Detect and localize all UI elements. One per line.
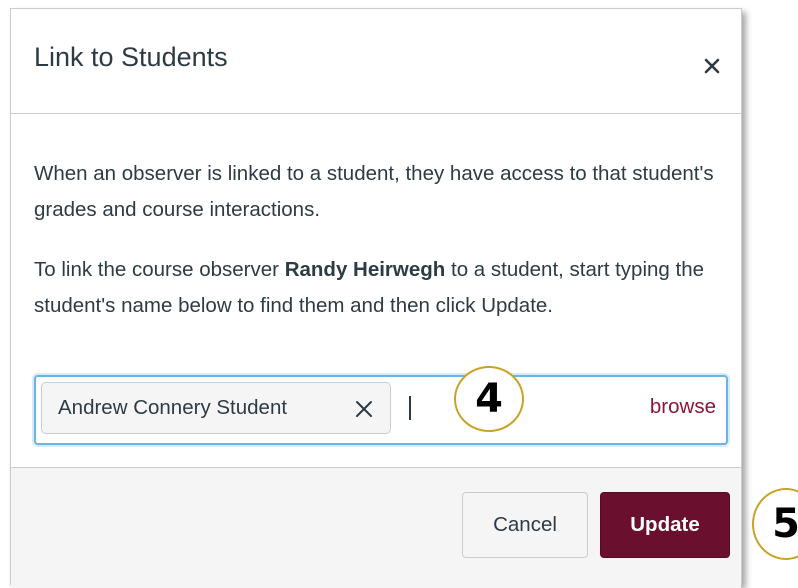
close-icon: [704, 58, 720, 74]
remove-student-button[interactable]: [354, 399, 374, 419]
dialog-header: Link to Students: [11, 9, 741, 114]
selected-student-name: Andrew Connery Student: [58, 396, 288, 419]
selected-student-token: Andrew Connery Student: [41, 382, 391, 434]
student-search-input[interactable]: Andrew Connery Student browse: [34, 375, 728, 445]
link-to-students-dialog: Link to Students When an observer is lin…: [10, 8, 742, 588]
dialog-title: Link to Students: [34, 42, 228, 72]
step-4-annotation: 4: [454, 366, 524, 432]
link-instructions: To link the course observer Randy Heirwe…: [34, 252, 724, 324]
observer-access-description: When an observer is linked to a student,…: [34, 162, 714, 221]
step-5-annotation: 5: [752, 488, 798, 560]
text-caret: [409, 396, 411, 420]
instructions-prefix: To link the course observer: [34, 258, 285, 281]
dialog-body: When an observer is linked to a student,…: [11, 114, 741, 466]
browse-link[interactable]: browse: [650, 395, 716, 419]
update-button[interactable]: Update: [600, 492, 730, 558]
close-button[interactable]: [699, 53, 725, 79]
remove-token-icon: [356, 401, 372, 417]
cancel-button[interactable]: Cancel: [462, 492, 588, 558]
observer-name: Randy Heirwegh: [284, 258, 446, 281]
dialog-footer: Cancel Update: [11, 467, 741, 588]
